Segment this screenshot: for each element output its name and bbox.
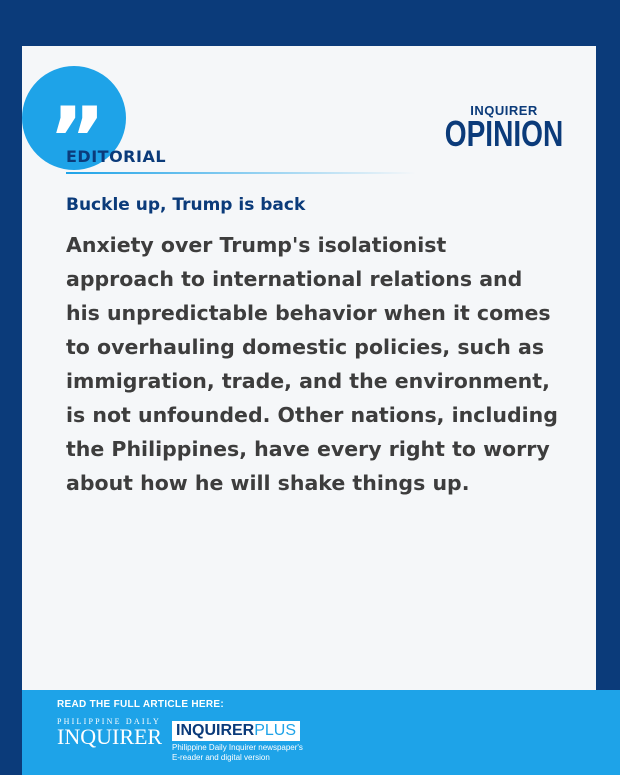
- inquirer-plus-desc-1: Philippine Daily Inquirer newspaper's: [172, 743, 303, 752]
- headline: Buckle up, Trump is back: [66, 195, 306, 215]
- inquirer-opinion-logo: INQUIRER OPINION: [428, 104, 580, 154]
- pdi-logo-main: INQUIRER: [57, 724, 163, 749]
- brand-main: OPINION: [444, 113, 564, 154]
- section-label: EDITORIAL: [66, 147, 167, 166]
- footer-banner: READ THE FULL ARTICLE HERE: PHILIPPINE D…: [22, 690, 620, 775]
- quote-glyph: ”: [48, 88, 106, 191]
- inquirer-plus-logo[interactable]: INQUIRERPLUS Philippine Daily Inquirer n…: [172, 720, 303, 763]
- pdi-logo[interactable]: PHILIPPINE DAILY INQUIRER: [57, 718, 162, 748]
- inquirer-plus-a: INQUIRER: [176, 722, 255, 739]
- read-more-cta: READ THE FULL ARTICLE HERE:: [57, 699, 224, 710]
- inquirer-plus-b: PLUS: [254, 722, 297, 739]
- section-divider: [66, 172, 416, 174]
- inquirer-plus-wordmark: INQUIRERPLUS: [172, 721, 301, 741]
- inquirer-plus-desc-2: E-reader and digital version: [172, 753, 270, 762]
- body-text: Anxiety over Trump's isolationist approa…: [66, 233, 558, 495]
